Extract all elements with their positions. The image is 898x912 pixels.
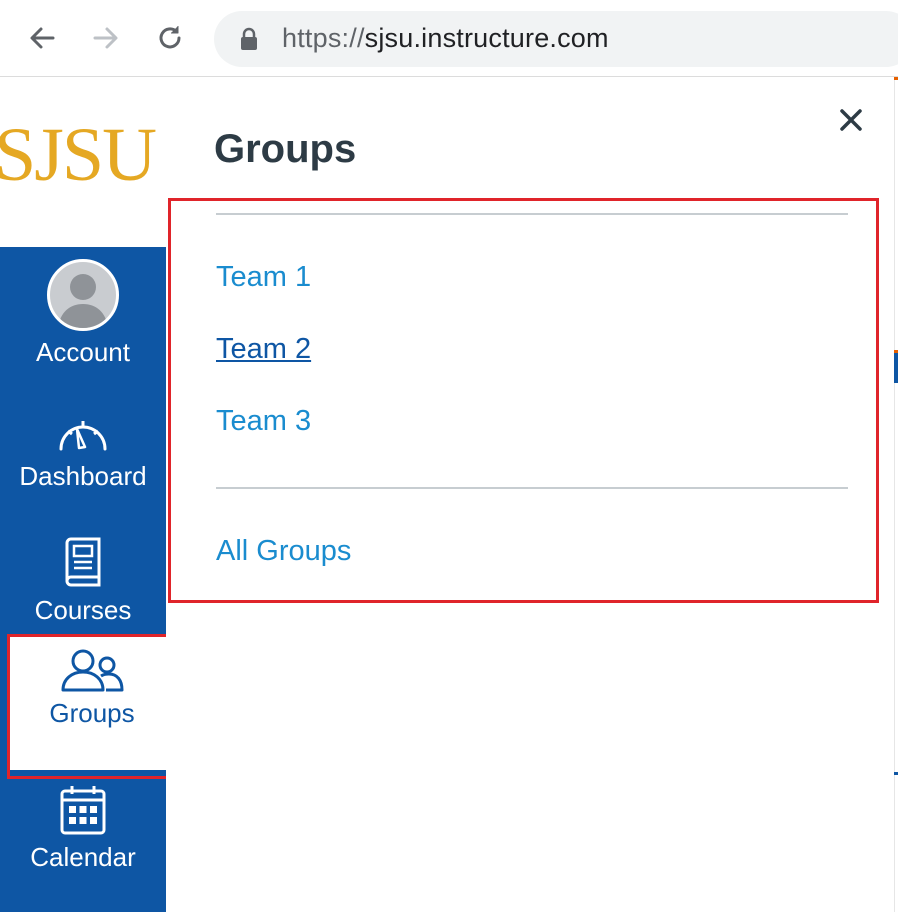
url-text: https://sjsu.instructure.com <box>282 23 609 54</box>
close-tray-button[interactable] <box>836 105 866 135</box>
group-link-team-1[interactable]: Team 1 <box>216 261 311 294</box>
user-silhouette-icon <box>58 274 108 328</box>
group-icon <box>61 649 124 692</box>
group-link-team-3[interactable]: Team 3 <box>216 405 311 438</box>
nav-calendar-label: Calendar <box>30 842 136 872</box>
underlying-page-accent <box>894 77 898 80</box>
group-link-team-2[interactable]: Team 2 <box>216 333 311 366</box>
nav-account[interactable]: Account <box>0 259 166 368</box>
reload-icon <box>159 26 181 49</box>
underlying-page-edge <box>894 77 898 912</box>
nav-courses-label: Courses <box>34 595 132 625</box>
back-button[interactable] <box>24 20 60 56</box>
groups-tray: Groups Team 1 Team 2 Team 3 All Groups <box>166 77 894 912</box>
lock-icon <box>241 27 257 50</box>
underlying-page-accent <box>894 772 898 775</box>
groups-list-highlight-box: Team 1 Team 2 Team 3 All Groups <box>168 198 879 603</box>
sjsu-logo[interactable]: SJSU <box>0 117 157 193</box>
global-nav: Account Dashboard Courses Groups Calenda… <box>0 247 175 912</box>
close-icon <box>840 109 862 131</box>
logo-area: SJSU <box>0 77 166 247</box>
calendar-icon <box>60 786 106 835</box>
arrow-right-icon <box>93 27 118 49</box>
nav-groups[interactable]: Groups <box>9 636 175 770</box>
reload-button[interactable] <box>152 20 188 56</box>
book-icon <box>65 537 101 587</box>
speedometer-icon <box>59 421 107 451</box>
nav-account-label: Account <box>36 337 130 367</box>
forward-button[interactable] <box>88 20 124 56</box>
nav-dashboard[interactable]: Dashboard <box>0 411 166 492</box>
nav-calendar[interactable]: Calendar <box>0 784 166 873</box>
browser-toolbar: https://sjsu.instructure.com <box>0 0 898 77</box>
nav-groups-label: Groups <box>49 698 135 728</box>
url-scheme: https:// <box>282 23 365 53</box>
divider-top <box>216 213 848 215</box>
nav-courses[interactable]: Courses <box>0 537 166 626</box>
all-groups-link[interactable]: All Groups <box>216 535 351 568</box>
divider-bottom <box>216 487 848 489</box>
tray-title: Groups <box>214 127 357 171</box>
url-host: sjsu.instructure.com <box>364 23 609 53</box>
underlying-page-accent <box>894 353 898 383</box>
address-bar[interactable]: https://sjsu.instructure.com <box>214 11 898 67</box>
arrow-left-icon <box>30 27 55 49</box>
avatar <box>47 259 119 331</box>
nav-dashboard-label: Dashboard <box>19 461 147 491</box>
